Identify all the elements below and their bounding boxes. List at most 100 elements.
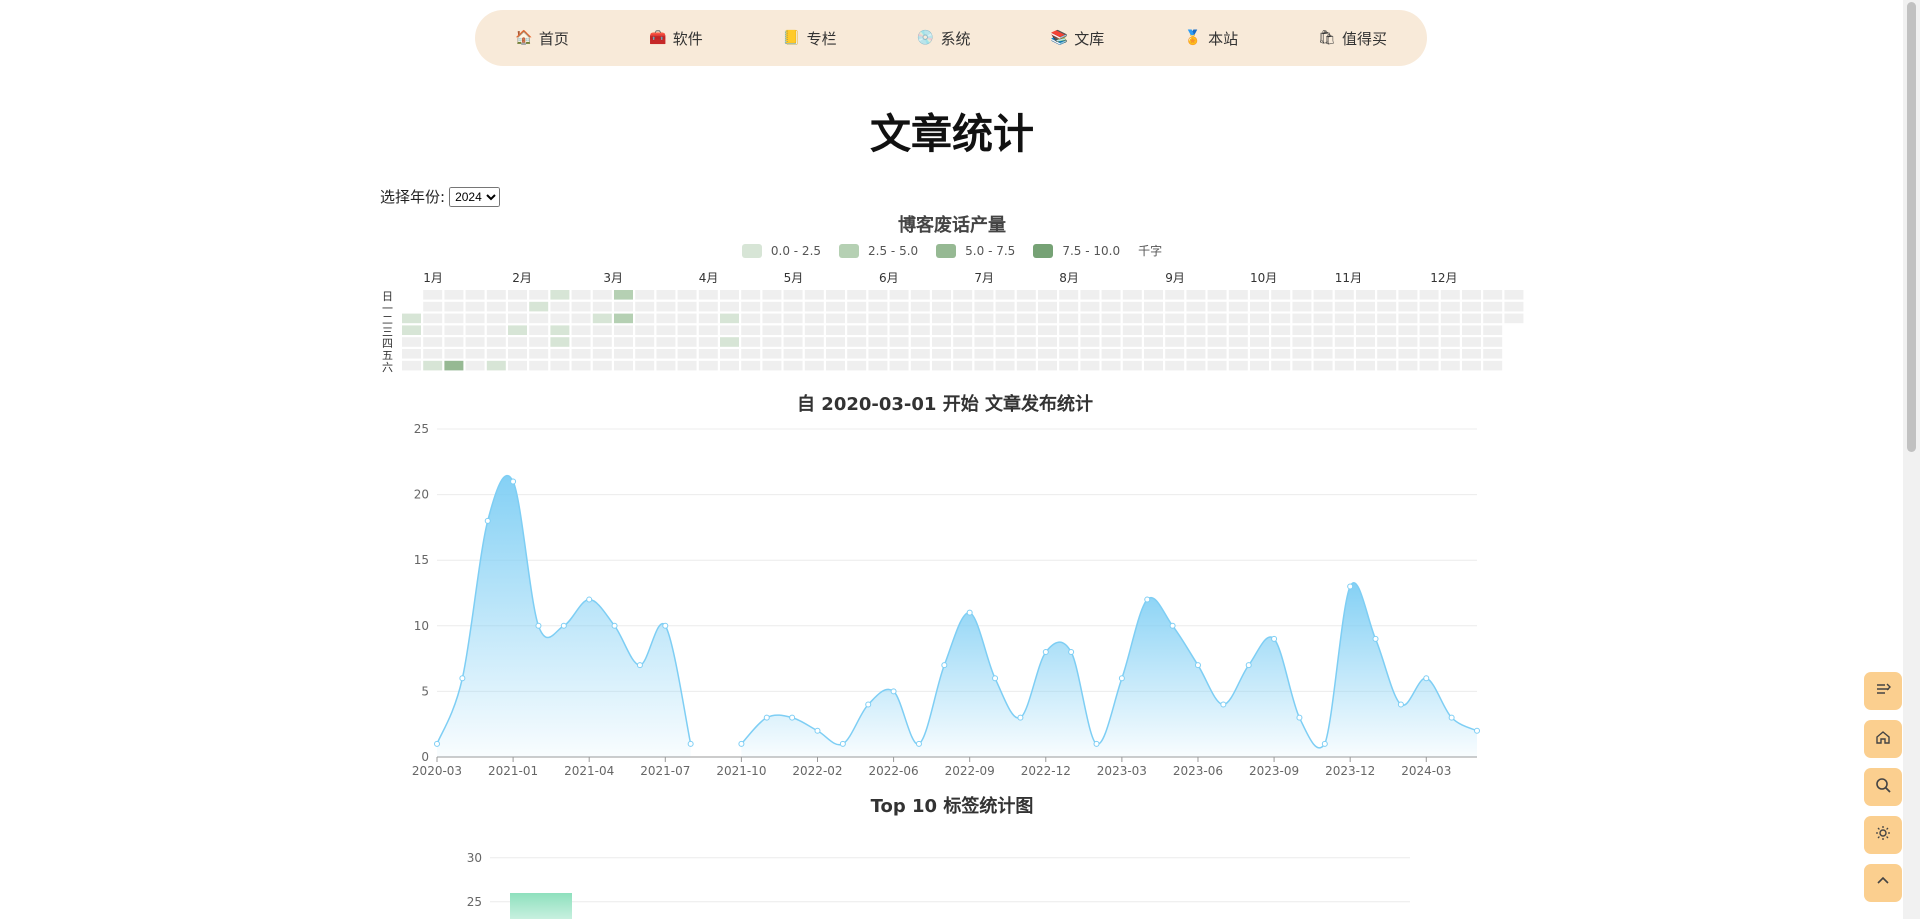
- heatmap-cell[interactable]: [995, 360, 1015, 371]
- heatmap-cell[interactable]: [635, 301, 655, 312]
- heatmap-cell[interactable]: [1101, 325, 1121, 335]
- heatmap-cell[interactable]: [1483, 325, 1503, 335]
- heatmap-cell[interactable]: [529, 337, 549, 347]
- heatmap-cell[interactable]: [720, 360, 739, 371]
- data-point[interactable]: [763, 714, 770, 721]
- heatmap-cell[interactable]: [677, 360, 697, 371]
- heatmap-cell[interactable]: [614, 290, 633, 300]
- heatmap-cell[interactable]: [1080, 290, 1100, 300]
- heatmap-cell[interactable]: [826, 313, 845, 324]
- heatmap-cell[interactable]: [614, 360, 633, 371]
- data-point[interactable]: [1271, 635, 1278, 642]
- heatmap-cell[interactable]: [1377, 313, 1397, 324]
- heatmap-cell[interactable]: [402, 360, 421, 371]
- heatmap-cell[interactable]: [1016, 349, 1036, 359]
- heatmap-cell[interactable]: [974, 313, 994, 324]
- heatmap-cell[interactable]: [1207, 337, 1227, 347]
- heatmap-cell[interactable]: [1016, 360, 1036, 371]
- heatmap-cell[interactable]: [677, 325, 697, 335]
- heatmap-cell[interactable]: [1122, 301, 1142, 312]
- heatmap-cell[interactable]: [508, 337, 527, 347]
- heatmap-cell[interactable]: [868, 337, 888, 347]
- heatmap-cell[interactable]: [529, 290, 549, 300]
- heatmap-cell[interactable]: [529, 349, 549, 359]
- heatmap-cell[interactable]: [910, 290, 930, 300]
- data-point[interactable]: [1169, 622, 1176, 629]
- data-point[interactable]: [992, 675, 999, 682]
- heatmap-cell[interactable]: [592, 290, 612, 300]
- heatmap-cell[interactable]: [783, 349, 803, 359]
- heatmap-cell[interactable]: [932, 325, 951, 335]
- heatmap-cell[interactable]: [444, 325, 464, 335]
- heatmap-cell[interactable]: [444, 337, 464, 347]
- data-point[interactable]: [484, 517, 491, 524]
- heatmap-cell[interactable]: [698, 313, 718, 324]
- heatmap-cell[interactable]: [571, 290, 591, 300]
- heatmap-cell[interactable]: [1101, 360, 1121, 371]
- legend-item[interactable]: 7.5 - 10.0: [1033, 243, 1120, 258]
- heatmap-cell[interactable]: [698, 337, 718, 347]
- data-point[interactable]: [1245, 662, 1252, 669]
- heatmap-cell[interactable]: [1462, 290, 1481, 300]
- heatmap-cell[interactable]: [698, 290, 718, 300]
- heatmap-cell[interactable]: [889, 337, 909, 347]
- heatmap-cell[interactable]: [677, 313, 697, 324]
- data-point[interactable]: [789, 714, 796, 721]
- heatmap-cell[interactable]: [847, 337, 867, 347]
- data-point[interactable]: [636, 662, 643, 669]
- heatmap-cell[interactable]: [1334, 301, 1354, 312]
- heatmap-cell[interactable]: [1462, 301, 1481, 312]
- heatmap-cell[interactable]: [1101, 301, 1121, 312]
- heatmap-cell[interactable]: [741, 325, 761, 335]
- heatmap-cell[interactable]: [889, 360, 909, 371]
- heatmap-cell[interactable]: [1144, 349, 1163, 359]
- data-point[interactable]: [535, 622, 542, 629]
- legend-item[interactable]: 5.0 - 7.5: [936, 243, 1015, 258]
- heatmap-cell[interactable]: [1165, 313, 1185, 324]
- heatmap-cell[interactable]: [465, 360, 485, 371]
- heatmap-cell[interactable]: [932, 337, 951, 347]
- heatmap-cell[interactable]: [1059, 325, 1079, 335]
- heatmap-cell[interactable]: [1462, 313, 1481, 324]
- heatmap-cell[interactable]: [741, 313, 761, 324]
- heatmap-cell[interactable]: [1483, 313, 1503, 324]
- heatmap-cell[interactable]: [1080, 325, 1100, 335]
- heatmap-cell[interactable]: [1356, 337, 1375, 347]
- heatmap-cell[interactable]: [1080, 301, 1100, 312]
- heatmap-cell[interactable]: [529, 313, 549, 324]
- heatmap-cell[interactable]: [1419, 301, 1439, 312]
- heatmap-cell[interactable]: [762, 325, 782, 335]
- heatmap-cell[interactable]: [1207, 301, 1227, 312]
- heatmap-cell[interactable]: [974, 301, 994, 312]
- heatmap-cell[interactable]: [889, 313, 909, 324]
- heatmap-cell[interactable]: [1207, 313, 1227, 324]
- nav-item-2[interactable]: 📒 专栏: [783, 28, 837, 49]
- heatmap-cell[interactable]: [1292, 337, 1312, 347]
- heatmap-cell[interactable]: [1207, 349, 1227, 359]
- heatmap-cell[interactable]: [1144, 360, 1163, 371]
- heatmap-cell[interactable]: [402, 313, 421, 324]
- heatmap-cell[interactable]: [423, 301, 443, 312]
- heatmap-cell[interactable]: [720, 313, 739, 324]
- data-point[interactable]: [966, 609, 973, 616]
- heatmap-cell[interactable]: [465, 301, 485, 312]
- heatmap-cell[interactable]: [656, 337, 676, 347]
- heatmap-cell[interactable]: [1292, 301, 1312, 312]
- heatmap-cell[interactable]: [1080, 360, 1100, 371]
- heatmap-cell[interactable]: [1271, 325, 1291, 335]
- heatmap-cell[interactable]: [889, 301, 909, 312]
- heatmap-cell[interactable]: [1483, 301, 1503, 312]
- heatmap-cell[interactable]: [762, 313, 782, 324]
- heatmap-cell[interactable]: [1101, 349, 1121, 359]
- heatmap-cell[interactable]: [444, 313, 464, 324]
- heatmap-cell[interactable]: [720, 325, 739, 335]
- heatmap-cell[interactable]: [550, 325, 570, 335]
- heatmap-cell[interactable]: [1101, 313, 1121, 324]
- heatmap-cell[interactable]: [1271, 313, 1291, 324]
- heatmap-cell[interactable]: [550, 349, 570, 359]
- heatmap-cell[interactable]: [1292, 349, 1312, 359]
- heatmap-cell[interactable]: [1059, 349, 1079, 359]
- heatmap-cell[interactable]: [402, 325, 421, 335]
- heatmap-cell[interactable]: [423, 337, 443, 347]
- data-point[interactable]: [662, 622, 669, 629]
